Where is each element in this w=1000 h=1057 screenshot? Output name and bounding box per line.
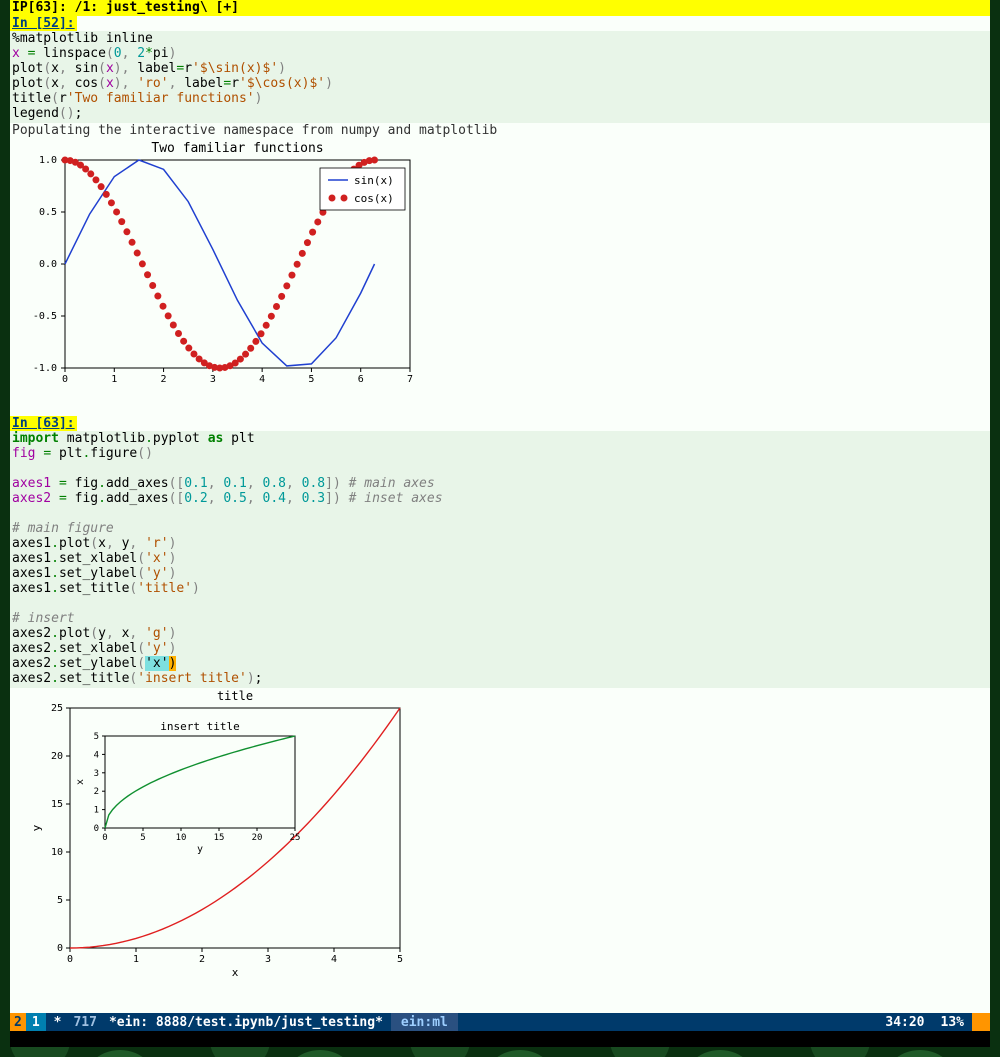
svg-text:0.0: 0.0	[39, 259, 57, 270]
svg-text:4: 4	[331, 954, 337, 965]
svg-text:10: 10	[176, 833, 187, 843]
modeline-scroll-pct: 13%	[933, 1015, 972, 1030]
svg-text:2: 2	[161, 374, 167, 385]
svg-text:20: 20	[51, 751, 63, 762]
cell-1-prompt: In [52]:	[10, 16, 77, 31]
modeline-cursor-pos: 34:20	[877, 1015, 932, 1030]
svg-text:y: y	[197, 844, 203, 855]
svg-text:4: 4	[94, 750, 99, 760]
svg-text:20: 20	[252, 833, 263, 843]
svg-text:5: 5	[140, 833, 145, 843]
cell-1-output: Populating the interactive namespace fro…	[10, 123, 990, 138]
cell-2-prompt: In [63]:	[10, 416, 77, 431]
svg-text:x: x	[232, 966, 239, 978]
svg-text:4: 4	[259, 374, 265, 385]
cell-2[interactable]: In [63]: import matplotlib.pyplot as plt…	[10, 416, 990, 978]
modeline-major-mode: ein:ml	[391, 1013, 458, 1031]
modeline-badge-1: 2	[10, 1013, 26, 1031]
modeline-endcap	[972, 1013, 990, 1031]
svg-text:7: 7	[407, 374, 413, 385]
svg-text:cos(x): cos(x)	[354, 192, 394, 205]
svg-text:10: 10	[51, 847, 63, 858]
cell-1-code[interactable]: %matplotlib inlinex = linspace(0, 2*pi)p…	[10, 31, 990, 123]
svg-text:25: 25	[51, 703, 63, 714]
svg-text:3: 3	[94, 769, 99, 779]
mode-line: 2 1 * 717 *ein: 8888/test.ipynb/just_tes…	[10, 1013, 990, 1031]
chart-two-familiar-functions: Two familiar functions 0 1 2 3 4 5 6 7 -1.0 -0.5 0.…	[10, 138, 430, 398]
svg-text:5: 5	[308, 374, 314, 385]
svg-text:0: 0	[67, 954, 73, 965]
svg-text:2: 2	[94, 787, 99, 797]
cell-1[interactable]: In [52]: %matplotlib inlinex = linspace(…	[10, 16, 990, 398]
svg-text:y: y	[30, 824, 43, 831]
svg-text:5: 5	[57, 895, 63, 906]
modeline-buffer-name: *ein: 8888/test.ipynb/just_testing*	[101, 1015, 391, 1030]
svg-text:x: x	[75, 779, 86, 785]
svg-text:0: 0	[62, 374, 68, 385]
svg-text:1: 1	[111, 374, 117, 385]
svg-text:25: 25	[290, 833, 301, 843]
modeline-line-number: 717	[69, 1015, 100, 1030]
svg-text:sin(x): sin(x)	[354, 174, 394, 187]
chart-inset-axes: title012345x0510152025yinsert title05101…	[10, 688, 420, 978]
svg-text:15: 15	[214, 833, 225, 843]
title-bar: IP[63]: /1: just_testing\ [+]	[10, 0, 990, 16]
svg-text:1.0: 1.0	[39, 155, 57, 166]
svg-text:1: 1	[94, 806, 99, 816]
svg-text:title: title	[217, 689, 253, 703]
svg-text:5: 5	[94, 732, 99, 742]
svg-text:Two familiar functions: Two familiar functions	[151, 141, 323, 156]
svg-text:3: 3	[210, 374, 216, 385]
svg-text:-1.0: -1.0	[33, 363, 57, 374]
svg-text:5: 5	[397, 954, 403, 965]
svg-text:0: 0	[57, 943, 63, 954]
minibuffer[interactable]	[10, 1031, 990, 1047]
modeline-modified-icon: *	[46, 1015, 70, 1030]
svg-text:1: 1	[133, 954, 139, 965]
editor-window: IP[63]: /1: just_testing\ [+] In [52]: %…	[10, 0, 990, 1015]
svg-text:15: 15	[51, 799, 63, 810]
svg-text:2: 2	[199, 954, 205, 965]
svg-text:6: 6	[358, 374, 364, 385]
svg-text:insert title: insert title	[160, 720, 239, 733]
svg-text:-0.5: -0.5	[33, 311, 57, 322]
svg-text:0: 0	[94, 824, 99, 834]
cell-2-code[interactable]: import matplotlib.pyplot as pltfig = plt…	[10, 431, 990, 688]
svg-text:3: 3	[265, 954, 271, 965]
svg-text:0: 0	[102, 833, 107, 843]
modeline-badge-2: 1	[26, 1013, 46, 1031]
svg-text:0.5: 0.5	[39, 207, 57, 218]
